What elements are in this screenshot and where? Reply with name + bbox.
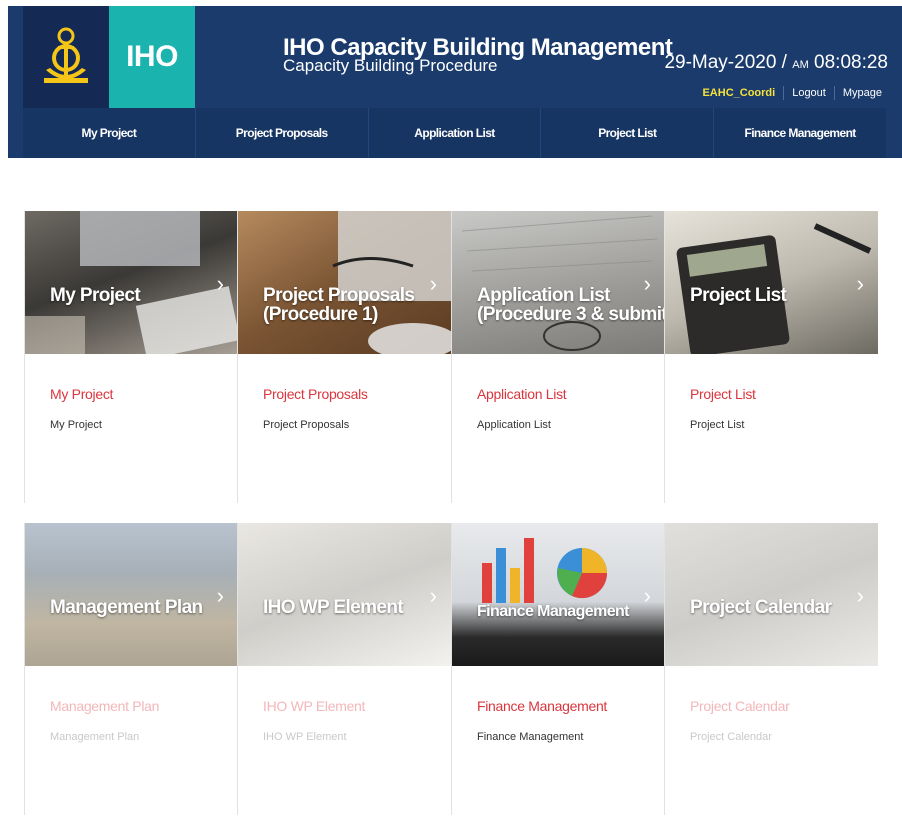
card-overlay-title: Application List <box>477 285 611 306</box>
main-nav: My Project Project Proposals Application… <box>23 108 886 158</box>
mypage-link[interactable]: Mypage <box>835 87 890 99</box>
card-desc: Project Proposals <box>263 419 350 431</box>
card-overlay-title: IHO WP Element <box>263 597 404 618</box>
card-title[interactable]: IHO WP Element <box>263 698 365 714</box>
card-project-calendar[interactable]: Project Calendar › Project Calendar Proj… <box>664 523 878 815</box>
card-iho-wp-element[interactable]: IHO WP Element › IHO WP Element IHO WP E… <box>237 523 451 815</box>
chevron-right-icon: › <box>856 583 864 608</box>
chevron-right-icon: › <box>643 583 651 608</box>
time-text: 08:08:28 <box>814 52 888 73</box>
card-title[interactable]: My Project <box>50 386 113 402</box>
card-overlay-subtitle: (Procedure 1) <box>263 304 378 325</box>
card-title[interactable]: Finance Management <box>477 698 607 714</box>
iho-logo-badge[interactable]: IHO <box>109 6 195 108</box>
ampm-text: AM <box>792 59 809 71</box>
nav-application-list[interactable]: Application List <box>369 108 542 158</box>
card-desc: My Project <box>50 419 102 431</box>
nav-project-list[interactable]: Project List <box>541 108 715 158</box>
chevron-right-icon: › <box>429 271 437 296</box>
card-my-project[interactable]: My Project › My Project My Project <box>24 211 238 503</box>
chevron-right-icon: › <box>429 583 437 608</box>
card-desc: IHO WP Element <box>263 731 347 743</box>
username[interactable]: EAHC_Coordi <box>694 87 783 99</box>
card-project-proposals[interactable]: Project Proposals (Procedure 1) › Projec… <box>237 211 451 503</box>
card-management-plan[interactable]: Management Plan › Management Plan Manage… <box>24 523 238 815</box>
card-image[interactable]: My Project › <box>25 211 238 354</box>
card-fade-overlay <box>238 523 451 666</box>
user-menu: EAHC_Coordi Logout Mypage <box>694 86 890 100</box>
card-application-list[interactable]: Application List (Procedure 3 & submit) … <box>451 211 665 503</box>
card-title[interactable]: Project Calendar <box>690 698 790 714</box>
date-text: 29-May-2020 / <box>664 52 793 73</box>
card-overlay-title: Project List <box>690 285 787 306</box>
card-fade-overlay <box>25 523 238 666</box>
card-overlay-title: Project Calendar <box>690 597 832 618</box>
card-finance-management[interactable]: Finance Management › Finance Management … <box>451 523 665 815</box>
chevron-right-icon: › <box>643 271 651 296</box>
card-desc: Project List <box>690 419 745 431</box>
card-overlay-title: Management Plan <box>50 597 203 618</box>
nav-finance-management[interactable]: Finance Management <box>714 108 886 158</box>
logout-link[interactable]: Logout <box>784 87 834 99</box>
card-overlay-title: Project Proposals <box>263 285 415 306</box>
chevron-right-icon: › <box>216 583 224 608</box>
card-desc: Project Calendar <box>690 731 772 743</box>
card-title[interactable]: Project Proposals <box>263 386 368 402</box>
card-title[interactable]: Application List <box>477 386 567 402</box>
card-overlay-title: My Project <box>50 285 141 306</box>
card-desc: Application List <box>477 419 551 431</box>
card-image[interactable]: Finance Management › <box>452 523 665 666</box>
card-overlay-title: Finance Management <box>477 603 630 620</box>
card-image[interactable]: Project List › <box>665 211 878 354</box>
datetime: 29-May-2020 / AM 08:08:28 <box>664 52 888 74</box>
card-desc: Management Plan <box>50 731 140 743</box>
card-image[interactable]: Project Calendar › <box>665 523 878 666</box>
logo-text: IHO <box>126 40 178 73</box>
card-image[interactable]: Management Plan › <box>25 523 238 666</box>
header: IHO IHO Capacity Building Management Cap… <box>8 6 902 158</box>
card-title[interactable]: Project List <box>690 386 756 402</box>
card-image[interactable]: Application List (Procedure 3 & submit) … <box>452 211 665 354</box>
card-overlay-subtitle: (Procedure 3 & submit) <box>477 304 665 325</box>
chevron-right-icon: › <box>856 271 864 296</box>
app-subtitle: Capacity Building Procedure <box>283 56 498 75</box>
nav-project-proposals[interactable]: Project Proposals <box>196 108 369 158</box>
card-project-list[interactable]: Project List › Project List Project List <box>664 211 878 503</box>
card-fade-overlay <box>665 523 878 666</box>
card-image[interactable]: IHO WP Element › <box>238 523 451 666</box>
card-image[interactable]: Project Proposals (Procedure 1) › <box>238 211 451 354</box>
chevron-right-icon: › <box>216 271 224 296</box>
nav-my-project[interactable]: My Project <box>23 108 196 158</box>
anchor-emblem-icon[interactable] <box>23 6 109 108</box>
card-desc: Finance Management <box>477 731 584 743</box>
card-title[interactable]: Management Plan <box>50 698 159 714</box>
